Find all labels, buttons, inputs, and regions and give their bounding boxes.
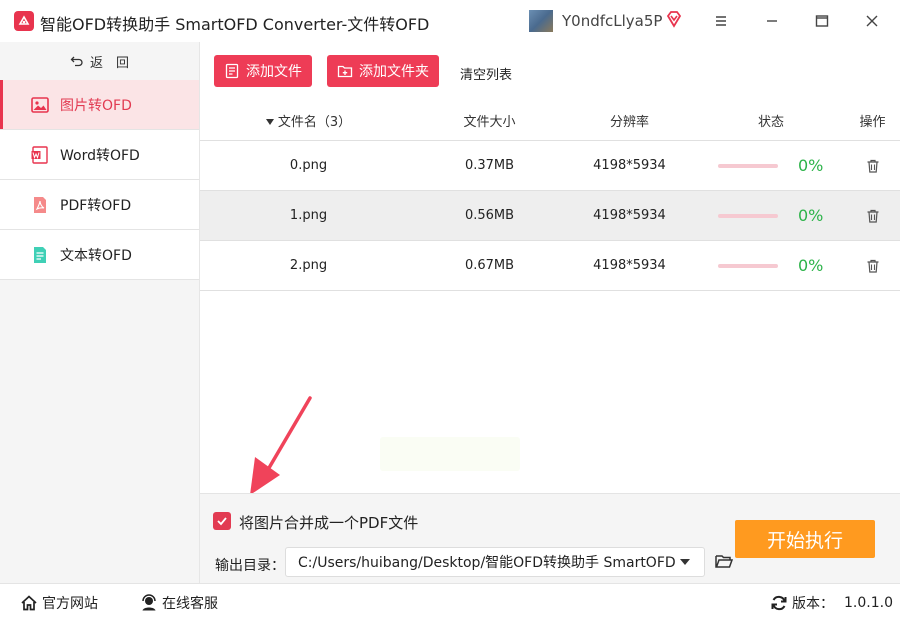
open-folder-icon[interactable]	[714, 551, 734, 571]
output-dir-path: C:/Users/huibang/Desktop/智能OFD转换助手 Smart…	[298, 555, 676, 571]
maximize-icon[interactable]	[810, 10, 834, 32]
refresh-icon	[771, 595, 787, 611]
header-status: 状态	[757, 114, 784, 130]
status-bar: 官方网站 在线客服 版本： 1.0.1.0	[0, 583, 900, 617]
title-bar: 智能OFD转换助手 SmartOFD Converter-文件转OFD Y0nd…	[0, 0, 900, 42]
app-title: 智能OFD转换助手 SmartOFD Converter-文件转OFD	[40, 15, 430, 34]
user-avatar[interactable]	[529, 10, 553, 32]
annotation-arrow-icon	[250, 396, 312, 495]
table-row[interactable]: 0.png 0.37MB 4198*5934 0%	[200, 141, 900, 191]
add-file-label: 添加文件	[246, 64, 302, 80]
check-icon	[217, 517, 227, 526]
merge-checkbox[interactable]	[213, 512, 231, 530]
home-icon	[21, 595, 37, 611]
sidebar-item-image-to-ofd[interactable]: 图片转OFD	[0, 80, 199, 130]
header-size: 文件大小	[463, 114, 516, 130]
add-file-button[interactable]: 添加文件	[214, 55, 312, 87]
back-label: 返 回	[89, 55, 129, 71]
progress-percent: 0%	[798, 156, 824, 175]
delete-icon[interactable]	[845, 208, 900, 224]
menu-icon[interactable]	[709, 10, 733, 32]
text-file-icon	[30, 245, 50, 265]
file-status: 0%	[697, 156, 845, 175]
header-resolution: 分辨率	[609, 114, 649, 130]
file-size: 0.67MB	[464, 258, 515, 273]
sidebar-item-text-to-ofd[interactable]: 文本转OFD	[0, 230, 199, 280]
file-name: 1.png	[289, 208, 328, 223]
progress-bar	[718, 213, 778, 218]
progress-bar	[718, 263, 778, 268]
word-icon	[30, 145, 50, 165]
vip-diamond-icon[interactable]	[665, 10, 683, 28]
table-header: 文件名（3） 文件大小 分辨率 状态 操作	[200, 100, 900, 141]
app-logo-icon	[14, 11, 34, 31]
progress-percent: 0%	[798, 256, 824, 275]
close-icon[interactable]	[860, 10, 884, 32]
add-file-icon	[225, 63, 239, 79]
chevron-down-icon	[680, 559, 690, 565]
bottom-panel: 将图片合并成一个PDF文件 输出目录： C:/Users/huibang/Des…	[200, 493, 900, 583]
file-resolution: 4198*5934	[593, 208, 666, 223]
file-status: 0%	[697, 206, 845, 225]
file-size: 0.37MB	[464, 158, 515, 173]
file-size: 0.56MB	[464, 208, 515, 223]
image-icon	[30, 95, 50, 115]
sidebar: 返 回 图片转OFD Word转OFD PDF转OFD 文本转OFD	[0, 42, 200, 583]
version-value: 1.0.1.0	[844, 595, 893, 611]
add-folder-label: 添加文件夹	[359, 64, 429, 80]
sidebar-item-label: Word转OFD	[60, 147, 140, 164]
file-table: 文件名（3） 文件大小 分辨率 状态 操作 0.png 0.37MB 4198*…	[200, 100, 900, 291]
back-arrow-icon	[70, 56, 83, 67]
back-button[interactable]: 返 回	[0, 42, 199, 80]
header-name[interactable]: 文件名（3）	[200, 111, 417, 130]
toolbar: 添加文件 添加文件夹 清空列表	[200, 42, 900, 100]
file-status: 0%	[697, 256, 845, 275]
sort-desc-icon	[265, 119, 274, 125]
clear-list-button[interactable]: 清空列表	[460, 64, 512, 83]
output-dir-label: 输出目录：	[215, 558, 285, 574]
file-resolution: 4198*5934	[593, 158, 666, 173]
sidebar-item-label: 图片转OFD	[60, 97, 132, 114]
pdf-icon	[30, 195, 50, 215]
progress-bar	[718, 163, 778, 168]
merge-label[interactable]: 将图片合并成一个PDF文件	[239, 512, 418, 533]
sidebar-item-word-to-ofd[interactable]: Word转OFD	[0, 130, 199, 180]
header-action: 操作	[859, 114, 886, 130]
file-name: 2.png	[289, 258, 328, 273]
file-name: 0.png	[289, 158, 328, 173]
file-resolution: 4198*5934	[593, 258, 666, 273]
progress-percent: 0%	[798, 206, 824, 225]
delete-icon[interactable]	[845, 258, 900, 274]
start-button[interactable]: 开始执行	[735, 520, 875, 558]
online-service-link[interactable]: 在线客服	[140, 593, 218, 613]
official-website-link[interactable]: 官方网站	[20, 593, 98, 613]
version-info[interactable]: 版本： 1.0.1.0	[770, 593, 893, 613]
app-window: 智能OFD转换助手 SmartOFD Converter-文件转OFD Y0nd…	[0, 0, 900, 617]
add-folder-icon	[337, 65, 353, 78]
user-name[interactable]: Y0ndfcLlya5P	[562, 12, 662, 30]
customer-service-icon	[142, 594, 156, 611]
sidebar-item-label: 文本转OFD	[60, 247, 132, 264]
table-row[interactable]: 2.png 0.67MB 4198*5934 0%	[200, 241, 900, 291]
sidebar-item-pdf-to-ofd[interactable]: PDF转OFD	[0, 180, 199, 230]
sidebar-item-label: PDF转OFD	[60, 197, 132, 214]
minimize-icon[interactable]	[760, 10, 784, 32]
add-folder-button[interactable]: 添加文件夹	[327, 55, 439, 87]
delete-icon[interactable]	[845, 158, 900, 174]
faint-watermark	[380, 437, 520, 471]
table-row[interactable]: 1.png 0.56MB 4198*5934 0%	[200, 191, 900, 241]
output-dir-select[interactable]: C:/Users/huibang/Desktop/智能OFD转换助手 Smart…	[285, 547, 705, 577]
